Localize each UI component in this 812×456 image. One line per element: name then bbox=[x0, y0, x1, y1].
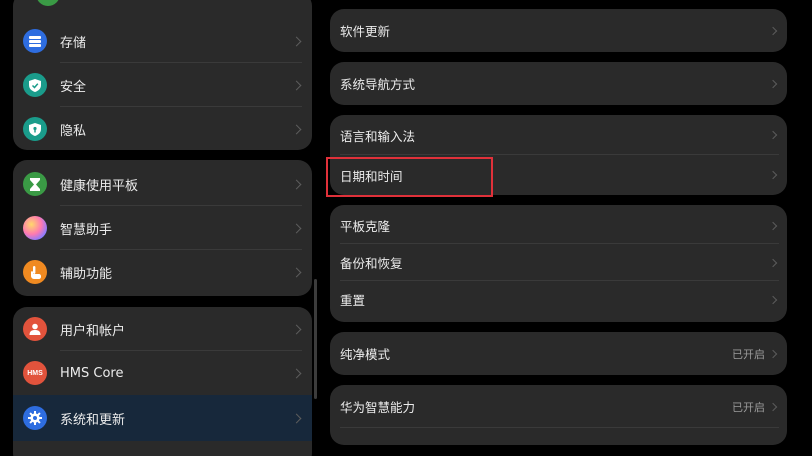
language-input-item[interactable]: 语言和输入法 bbox=[330, 115, 787, 155]
sidebar-item-accessibility[interactable]: 辅助功能 bbox=[13, 250, 312, 294]
chevron-right-icon bbox=[291, 223, 302, 233]
chevron-right-icon bbox=[291, 124, 302, 134]
huawei-smart-item[interactable]: 华为智慧能力 已开启 bbox=[330, 385, 787, 428]
gear-icon bbox=[23, 406, 47, 430]
hourglass-icon bbox=[23, 172, 47, 196]
tablet-clone-item[interactable]: 平板克隆 bbox=[330, 207, 787, 244]
tablet-clone-label: 平板克隆 bbox=[340, 219, 391, 234]
chevron-right-icon bbox=[291, 324, 302, 334]
sidebar-item-digital-balance[interactable]: 健康使用平板 bbox=[13, 162, 312, 206]
sidebar-item-smart-assistant[interactable]: 智慧助手 bbox=[13, 206, 312, 250]
language-input-label: 语言和输入法 bbox=[340, 128, 416, 144]
sidebar-item-label: 存储 bbox=[60, 35, 87, 51]
chevron-right-icon bbox=[768, 295, 778, 304]
sidebar-item-label: 智慧助手 bbox=[60, 222, 113, 238]
chevron-right-icon bbox=[768, 170, 778, 180]
sidebar-scrollbar[interactable] bbox=[314, 279, 317, 399]
chevron-right-icon bbox=[291, 36, 302, 46]
pure-mode-label: 纯净模式 bbox=[340, 347, 391, 362]
huawei-smart-label: 华为智慧能力 bbox=[340, 400, 416, 415]
user-icon bbox=[23, 317, 47, 341]
chevron-right-icon bbox=[291, 413, 302, 423]
system-navigation-item[interactable]: 系统导航方式 bbox=[330, 62, 787, 105]
hms-icon-text: HMS bbox=[27, 369, 43, 377]
chevron-right-icon bbox=[291, 179, 302, 189]
reset-label: 重置 bbox=[340, 293, 366, 308]
partial-top-icon bbox=[36, 0, 60, 6]
sidebar-item-label: HMS Core bbox=[60, 365, 124, 381]
divider bbox=[340, 427, 779, 428]
chevron-right-icon bbox=[291, 368, 302, 378]
date-time-label: 日期和时间 bbox=[340, 168, 403, 184]
settings-group-privacy: 存储 安全 隐私 bbox=[13, 0, 312, 150]
chevron-right-icon bbox=[768, 258, 778, 267]
reset-item[interactable]: 重置 bbox=[330, 281, 787, 318]
settings-group-accounts: 用户和帐户 HMS HMS Core 系统和更新 bbox=[13, 307, 312, 456]
software-update-label: 软件更新 bbox=[340, 24, 391, 39]
sidebar-item-privacy[interactable]: 隐私 bbox=[13, 107, 312, 150]
settings-group-assist: 健康使用平板 智慧助手 辅助功能 bbox=[13, 160, 312, 296]
backup-restore-item[interactable]: 备份和恢复 bbox=[330, 244, 787, 281]
chevron-right-icon bbox=[768, 221, 778, 230]
assistant-icon bbox=[23, 216, 47, 240]
sidebar-item-label: 辅助功能 bbox=[60, 266, 113, 282]
huawei-smart-status: 已开启 bbox=[732, 400, 765, 414]
hand-icon bbox=[23, 260, 47, 284]
sidebar-item-storage[interactable]: 存储 bbox=[13, 19, 312, 63]
sidebar-item-label: 用户和帐户 bbox=[60, 323, 126, 339]
sidebar-item-hms-core[interactable]: HMS HMS Core bbox=[13, 351, 312, 395]
chevron-right-icon bbox=[291, 80, 302, 90]
chevron-right-icon bbox=[768, 402, 778, 411]
system-navigation-card: 系统导航方式 bbox=[330, 62, 787, 105]
sidebar-item-system-update[interactable]: 系统和更新 bbox=[13, 395, 312, 441]
system-navigation-label: 系统导航方式 bbox=[340, 77, 416, 92]
software-update-item[interactable]: 软件更新 bbox=[330, 9, 787, 52]
shield-check-icon bbox=[23, 73, 47, 97]
huawei-smart-card: 华为智慧能力 已开启 bbox=[330, 385, 787, 445]
sidebar-item-security[interactable]: 安全 bbox=[13, 63, 312, 107]
date-time-item[interactable]: 日期和时间 bbox=[330, 155, 787, 195]
chevron-right-icon bbox=[291, 267, 302, 277]
language-date-card: 语言和输入法 日期和时间 bbox=[330, 115, 787, 195]
pure-mode-card: 纯净模式 已开启 bbox=[330, 332, 787, 375]
chevron-right-icon bbox=[768, 79, 778, 88]
sidebar-item-label: 健康使用平板 bbox=[60, 178, 139, 194]
pure-mode-status: 已开启 bbox=[732, 347, 765, 361]
pure-mode-item[interactable]: 纯净模式 已开启 bbox=[330, 332, 787, 375]
privacy-shield-icon bbox=[23, 117, 47, 141]
software-update-card: 软件更新 bbox=[330, 9, 787, 52]
chevron-right-icon bbox=[768, 130, 778, 140]
backup-restore-label: 备份和恢复 bbox=[340, 256, 403, 271]
chevron-right-icon bbox=[768, 26, 778, 35]
system-update-panel: 软件更新 系统导航方式 语言和输入法 日期和时间 平板克隆 备份和恢复 重置 纯… bbox=[322, 0, 812, 456]
storage-icon bbox=[23, 29, 47, 53]
sidebar-item-label: 系统和更新 bbox=[60, 412, 126, 428]
sidebar-item-label: 隐私 bbox=[60, 123, 87, 139]
chevron-right-icon bbox=[768, 349, 778, 358]
hms-core-icon: HMS bbox=[23, 361, 47, 385]
clone-backup-reset-card: 平板克隆 备份和恢复 重置 bbox=[330, 205, 787, 322]
settings-sidebar: 存储 安全 隐私 健康使用平板 智慧助手 辅助功能 用户和帐户 HMS HMS … bbox=[0, 0, 322, 456]
sidebar-item-users-accounts[interactable]: 用户和帐户 bbox=[13, 307, 312, 351]
sidebar-item-label: 安全 bbox=[60, 79, 87, 95]
